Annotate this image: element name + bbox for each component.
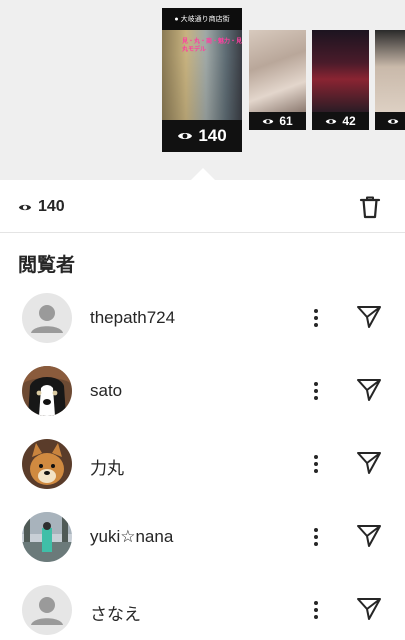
story-view-number: 42 <box>342 114 356 128</box>
view-count-bar: 140 <box>0 180 405 233</box>
viewer-row[interactable]: 力丸 <box>0 427 405 500</box>
eye-icon <box>178 133 193 139</box>
trash-icon[interactable] <box>357 194 383 220</box>
story-image <box>375 30 405 112</box>
story-view-number: 61 <box>279 114 293 128</box>
story-thumbnail[interactable]: 42 <box>312 30 369 130</box>
send-message-icon[interactable] <box>355 449 383 477</box>
story-thumbnail-selected[interactable]: ● 大岐通り商店街 見・丸・商・魅力・見 丸モデル 140 <box>162 8 242 152</box>
story-view-count: 42 <box>312 112 369 130</box>
more-options-icon[interactable] <box>306 522 326 552</box>
avatar[interactable] <box>22 366 72 416</box>
viewer-row[interactable]: yuki☆nana <box>0 500 405 573</box>
story-caption: 見・丸・商・魅力・見 丸モデル <box>182 39 242 53</box>
avatar[interactable] <box>22 585 72 635</box>
story-view-count: 61 <box>249 112 306 130</box>
eye-icon <box>387 118 398 124</box>
more-options-icon[interactable] <box>306 595 326 625</box>
story-thumbnail[interactable]: 61 <box>249 30 306 130</box>
story-header: ● 大岐通り商店街 <box>162 8 242 30</box>
send-message-icon[interactable] <box>355 303 383 331</box>
story-image <box>249 30 306 112</box>
story-thumbnail[interactable] <box>375 30 405 130</box>
send-message-icon[interactable] <box>355 376 383 404</box>
viewer-row[interactable]: さなえ <box>0 573 405 640</box>
default-avatar-icon <box>31 305 63 333</box>
viewers-heading: 閲覧者 <box>18 255 76 276</box>
avatar[interactable] <box>22 512 72 562</box>
viewer-row[interactable]: sato <box>0 354 405 427</box>
avatar[interactable] <box>22 293 72 343</box>
send-message-icon[interactable] <box>355 595 383 623</box>
viewer-username[interactable]: thepath724 <box>90 308 175 328</box>
story-header-text: 大岐通り商店街 <box>180 16 230 23</box>
viewer-username[interactable]: さなえ <box>90 600 141 625</box>
dog-avatar-image <box>22 366 72 416</box>
default-avatar-icon <box>31 597 63 625</box>
selected-pointer <box>191 168 215 180</box>
location-pin-icon: ● <box>174 15 179 23</box>
total-view-count: 140 <box>18 198 65 216</box>
more-options-icon[interactable] <box>306 376 326 406</box>
more-options-icon[interactable] <box>306 449 326 479</box>
story-view-count: 140 <box>162 120 242 152</box>
avatar[interactable] <box>22 439 72 489</box>
eye-icon <box>326 118 337 124</box>
shiba-avatar-image <box>22 439 72 489</box>
outdoor-avatar-image <box>22 512 72 562</box>
eye-icon <box>263 118 274 124</box>
story-view-count <box>375 112 405 130</box>
total-view-number: 140 <box>38 198 65 215</box>
viewer-row[interactable]: thepath724 <box>0 281 405 354</box>
story-view-number: 140 <box>198 126 227 145</box>
viewer-username[interactable]: sato <box>90 381 122 401</box>
eye-icon <box>18 204 32 210</box>
story-strip: ● 大岐通り商店街 見・丸・商・魅力・見 丸モデル 140 61 42 <box>0 0 405 180</box>
send-message-icon[interactable] <box>355 522 383 550</box>
story-image <box>312 30 369 112</box>
more-options-icon[interactable] <box>306 303 326 333</box>
viewer-username[interactable]: yuki☆nana <box>90 527 173 547</box>
viewer-username[interactable]: 力丸 <box>90 454 124 479</box>
